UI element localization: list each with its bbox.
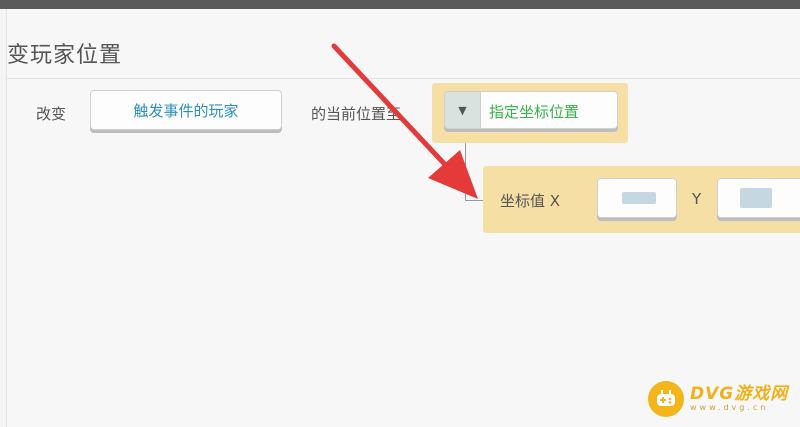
gamepad-icon: [648, 381, 684, 417]
watermark-url: www.dvg.cn: [690, 403, 769, 412]
change-label: 改变: [36, 105, 67, 123]
current-position-label: 的当前位置至: [311, 105, 402, 123]
page-title: 变玩家位置: [7, 43, 123, 68]
coordinate-y-label: Y: [692, 190, 702, 208]
coordinate-x-value-blurred: [622, 192, 656, 204]
chevron-down-icon[interactable]: ▼: [445, 92, 481, 128]
coordinate-y-input[interactable]: [717, 178, 800, 218]
watermark: DVG游戏网 www.dvg.cn: [648, 381, 788, 417]
coordinate-x-input[interactable]: [597, 178, 677, 218]
title-divider: [7, 78, 800, 79]
tree-connector-vertical: [465, 143, 466, 201]
tree-connector-horizontal: [465, 200, 485, 201]
coordinate-y-value-blurred: [740, 188, 772, 208]
window-top-bar: [0, 0, 800, 9]
watermark-name: DVG游戏网: [690, 384, 789, 404]
position-dropdown-highlight: ▼ 指定坐标位置: [432, 83, 628, 143]
trigger-player-button[interactable]: 触发事件的玩家: [90, 90, 282, 130]
position-dropdown-value: 指定坐标位置: [489, 103, 580, 121]
position-dropdown[interactable]: ▼ 指定坐标位置: [444, 91, 618, 129]
coordinate-row-highlight: 坐标值 X Y: [483, 166, 800, 233]
coordinate-x-label: 坐标值 X: [500, 192, 561, 210]
